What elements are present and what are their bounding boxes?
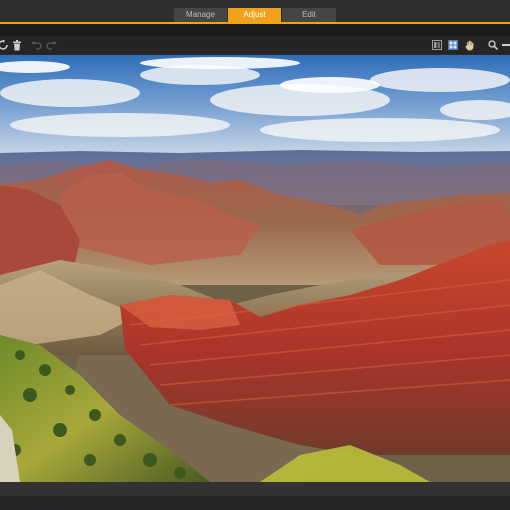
rotate-icon[interactable] xyxy=(0,39,9,51)
pan-hand-icon[interactable] xyxy=(464,39,476,51)
tab-manage[interactable]: Manage xyxy=(174,8,228,22)
bottom-panel-bar xyxy=(0,482,510,496)
undo-icon[interactable] xyxy=(30,39,42,51)
grid-view-icon[interactable] xyxy=(447,39,459,51)
compare-icon[interactable] xyxy=(431,39,443,51)
delete-icon[interactable] xyxy=(11,39,23,51)
mode-tab-bar: Manage Adjust Edit xyxy=(0,0,510,22)
toolbar-spacer xyxy=(0,24,510,36)
tab-edit[interactable]: Edit xyxy=(282,8,337,22)
photo-canvas[interactable] xyxy=(0,55,510,482)
landscape-photo xyxy=(0,55,510,482)
redo-icon[interactable] xyxy=(45,39,57,51)
mode-tabs: Manage Adjust Edit xyxy=(174,8,337,22)
image-toolbar xyxy=(0,36,510,54)
tab-adjust[interactable]: Adjust xyxy=(228,8,282,22)
status-bar xyxy=(0,496,510,510)
zoom-slider-icon[interactable] xyxy=(502,39,510,51)
zoom-icon[interactable] xyxy=(487,39,499,51)
